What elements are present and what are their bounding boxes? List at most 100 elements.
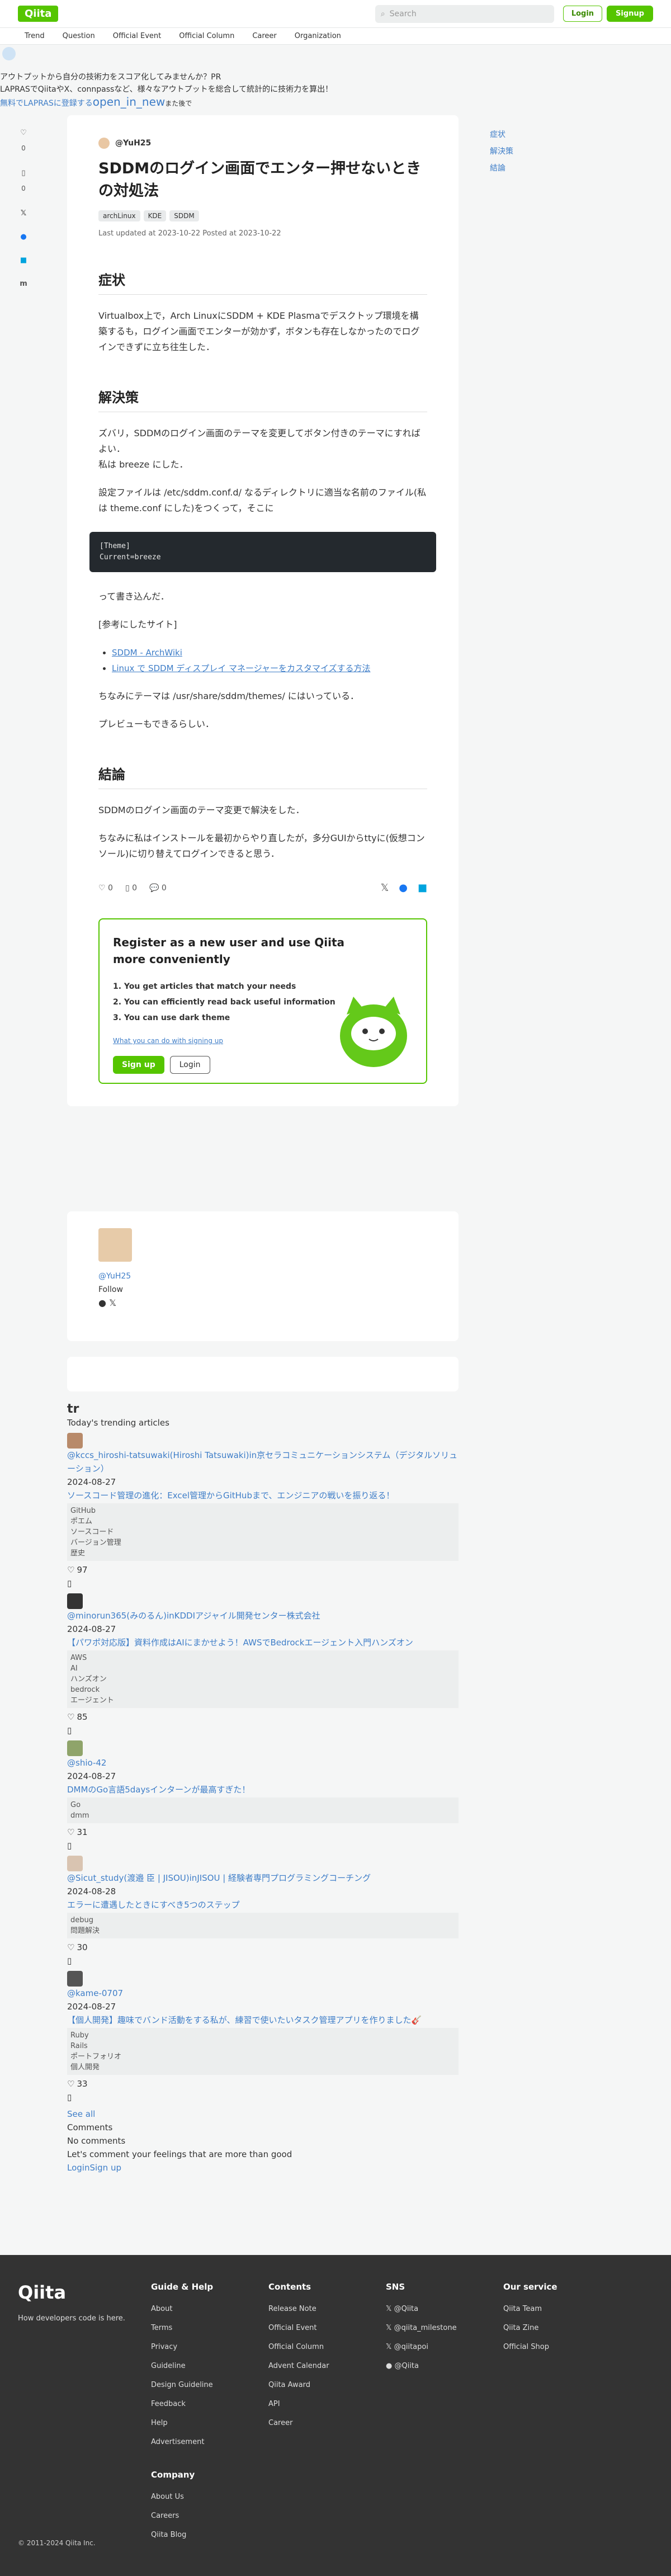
github-icon[interactable]: ●: [98, 1298, 106, 1308]
trend-title[interactable]: DMMのGo言語5daysインターンが最高すぎた！: [67, 1785, 250, 1795]
trend-title[interactable]: 【パワポ対応版】資料作成はAIにまかせよう！AWSでBedrockエージェント入…: [67, 1638, 413, 1648]
footer-link[interactable]: Advent Calendar: [268, 2357, 386, 2376]
qiita-logo[interactable]: Qiita: [18, 6, 59, 22]
like-icon[interactable]: ♡: [67, 2077, 74, 2091]
stock-icon[interactable]: ▯: [67, 1724, 459, 1737]
like-icon[interactable]: ♡: [67, 1563, 74, 1577]
tag[interactable]: KDE: [143, 210, 167, 221]
like-icon[interactable]: ♡: [67, 1825, 74, 1839]
register-login-button[interactable]: Login: [169, 1056, 210, 1074]
author-card: @YuH25 Follow ● 𝕏: [67, 1211, 459, 1341]
like-button[interactable]: ♡ 0: [98, 884, 113, 893]
search-input[interactable]: ⌕ Search: [375, 4, 554, 23]
avatar[interactable]: [67, 1433, 83, 1449]
footer-link[interactable]: Terms: [151, 2319, 268, 2338]
ad-later[interactable]: また後で: [165, 100, 192, 107]
like-icon[interactable]: ♡: [67, 1710, 74, 1724]
footer-link[interactable]: Careers: [151, 2507, 268, 2526]
nav-career[interactable]: Career: [252, 32, 276, 40]
footer-link[interactable]: API: [268, 2395, 386, 2414]
ad-open-link[interactable]: open_in_new: [93, 95, 165, 108]
stock-icon[interactable]: ▯: [67, 2091, 459, 2104]
footer-link[interactable]: Qiita Zine: [503, 2319, 621, 2338]
footer-link[interactable]: Release Note: [268, 2300, 386, 2319]
footer-link[interactable]: Design Guideline: [151, 2376, 268, 2395]
toc-item-symptom[interactable]: 症状: [490, 126, 513, 143]
trend-date: 2024-08-27: [67, 1477, 116, 1487]
comment-button[interactable]: 💬 0: [149, 884, 167, 893]
tag[interactable]: archLinux: [98, 210, 140, 221]
footer-link[interactable]: Advertisement: [151, 2433, 268, 2452]
ad-register-link[interactable]: 無料でLAPRASに登録する: [0, 99, 93, 108]
ref-link-archwiki[interactable]: SDDM - ArchWiki: [112, 648, 182, 658]
placeholder-card: [67, 1357, 459, 1391]
register-signup-button[interactable]: Sign up: [113, 1056, 164, 1074]
footer-link[interactable]: Career: [268, 2414, 386, 2433]
avatar[interactable]: [67, 1971, 83, 1987]
trend-user[interactable]: @minorun365(みのるん)inKDDIアジャイル開発センター株式会社: [67, 1611, 320, 1621]
hatena-share-icon[interactable]: ■: [418, 882, 427, 894]
footer-link[interactable]: About Us: [151, 2488, 268, 2507]
trend-user[interactable]: @shio-42: [67, 1758, 106, 1768]
ad-icon: [2, 47, 16, 60]
footer-link[interactable]: 𝕏 @qiitapoi: [386, 2338, 503, 2357]
footer-link[interactable]: Official Event: [268, 2319, 386, 2338]
footer-link[interactable]: Privacy: [151, 2338, 268, 2357]
x-share-icon[interactable]: 𝕏: [17, 207, 30, 219]
article-author[interactable]: @YuH25: [98, 138, 427, 149]
nav-official-column[interactable]: Official Column: [179, 32, 234, 40]
x-share-icon[interactable]: 𝕏: [381, 882, 389, 894]
footer-link[interactable]: Official Column: [268, 2338, 386, 2357]
avatar[interactable]: [67, 1593, 83, 1609]
footer-link[interactable]: ● @Qiita: [386, 2357, 503, 2376]
footer-link[interactable]: Guideline: [151, 2357, 268, 2376]
footer-link[interactable]: About: [151, 2300, 268, 2319]
facebook-share-icon[interactable]: ●: [17, 230, 30, 243]
follow-button[interactable]: Follow: [98, 1283, 427, 1296]
stock-icon[interactable]: ▯: [67, 1577, 459, 1590]
x-icon[interactable]: 𝕏: [109, 1298, 116, 1308]
stock-icon[interactable]: ▯: [67, 1954, 459, 1968]
stock-icon[interactable]: ▯: [67, 1839, 459, 1852]
footer-link[interactable]: Feedback: [151, 2395, 268, 2414]
stock-button[interactable]: ▯ 0: [125, 884, 137, 893]
toc-item-conclusion[interactable]: 結論: [490, 160, 513, 177]
login-button[interactable]: Login: [563, 6, 603, 22]
footer-col-sns: SNS 𝕏 @Qiita 𝕏 @qiita_milestone 𝕏 @qiita…: [386, 2282, 503, 2452]
avatar[interactable]: [67, 1856, 83, 1871]
nav-organization[interactable]: Organization: [295, 32, 341, 40]
trend-user[interactable]: @kccs_hiroshi-tatsuwaki(Hiroshi Tatsuwak…: [67, 1450, 457, 1474]
comment-login-link[interactable]: Login: [67, 2163, 89, 2173]
toc-item-solution[interactable]: 解決策: [490, 143, 513, 160]
hatena-share-icon[interactable]: ■: [17, 254, 30, 266]
comment-signup-link[interactable]: Sign up: [89, 2163, 121, 2173]
trend-title[interactable]: エラーに遭遇したときにすべき5つのステップ: [67, 1900, 240, 1910]
paragraph: [参考にしたサイト]: [98, 619, 177, 630]
footer-link[interactable]: Qiita Team: [503, 2300, 621, 2319]
author-avatar[interactable]: [98, 1228, 132, 1262]
footer-link[interactable]: Help: [151, 2414, 268, 2433]
footer-link[interactable]: Qiita Blog: [151, 2526, 268, 2545]
see-all-link[interactable]: See all: [67, 2109, 95, 2119]
nav-question[interactable]: Question: [63, 32, 95, 40]
footer-link[interactable]: 𝕏 @Qiita: [386, 2300, 503, 2319]
signup-button[interactable]: Signup: [607, 6, 653, 22]
trend-title[interactable]: 【個人開発】趣味でバンド活動をする私が、練習で使いたいタスク管理アプリを作りまし…: [67, 2015, 422, 2025]
avatar[interactable]: [67, 1740, 83, 1756]
facebook-share-icon[interactable]: ●: [399, 882, 408, 894]
footer-link[interactable]: Qiita Award: [268, 2376, 386, 2395]
tag[interactable]: SDDM: [169, 210, 199, 221]
footer-link[interactable]: Official Shop: [503, 2338, 621, 2357]
trend-user[interactable]: @Sicut_study(渡邉 臣 | JISOU)inJISOU | 経験者専…: [67, 1873, 371, 1883]
footer-link[interactable]: 𝕏 @qiita_milestone: [386, 2319, 503, 2338]
like-icon[interactable]: ♡: [17, 126, 30, 139]
nav-official-event[interactable]: Official Event: [113, 32, 162, 40]
trend-title[interactable]: ソースコード管理の進化：Excel管理からGitHubまで、エンジニアの戦いを振…: [67, 1490, 394, 1501]
author-name[interactable]: @YuH25: [98, 1272, 131, 1281]
nav-trend[interactable]: Trend: [25, 32, 45, 40]
stock-icon[interactable]: ▯: [17, 167, 30, 179]
trend-user[interactable]: @kame-0707: [67, 1988, 123, 1998]
more-share-icon[interactable]: m: [17, 277, 30, 290]
ref-link-sddm-customize[interactable]: Linux で SDDM ディスプレイ マネージャーをカスタマイズする方法: [112, 663, 371, 673]
like-icon[interactable]: ♡: [67, 1941, 74, 1954]
